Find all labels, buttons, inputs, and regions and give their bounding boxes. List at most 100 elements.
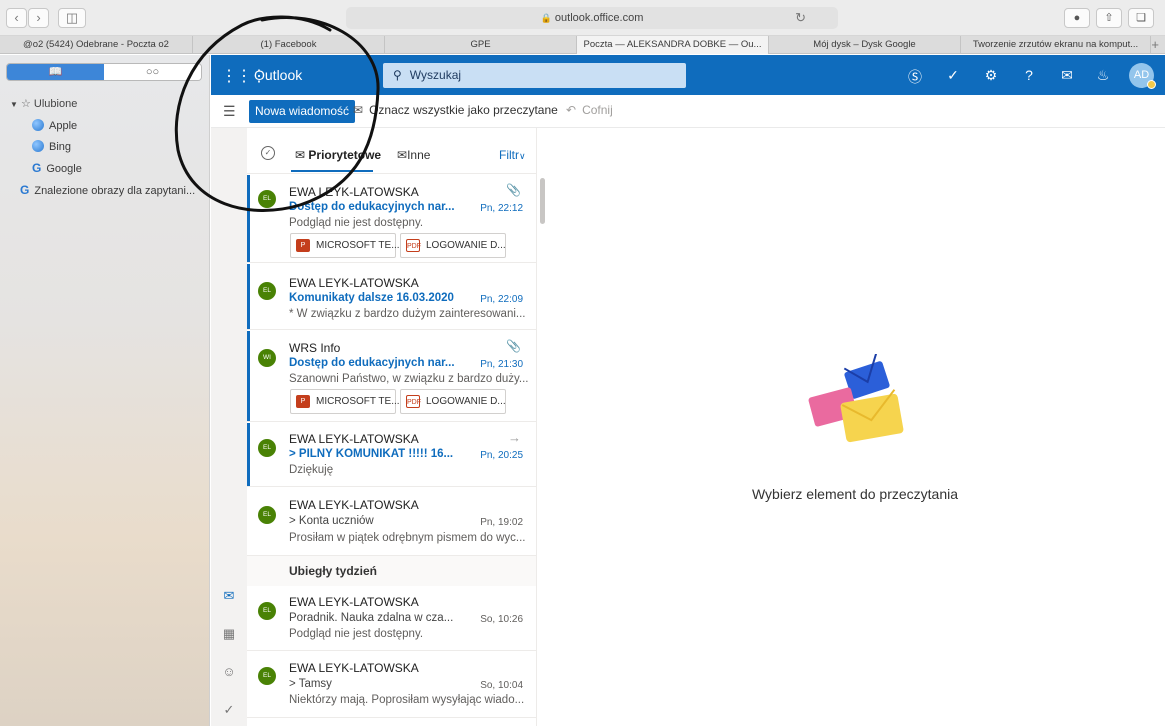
attachment-name: LOGOWANIE D...: [426, 396, 506, 407]
message-item[interactable]: EL EWA LEYK-LATOWSKA → > PILNY KOMUNIKAT…: [247, 423, 536, 487]
feedback-icon[interactable]: ✉: [1057, 67, 1077, 84]
message-time: Pn, 22:09: [480, 294, 523, 305]
tab-focused[interactable]: ✉ Priorytetowe: [295, 148, 381, 162]
message-item[interactable]: EL EWA LEYK-LATOWSKA Poradnik. Nauka zda…: [247, 587, 536, 651]
message-time: Pn, 19:02: [480, 517, 523, 528]
message-item[interactable]: WI WRS Info 📎 Dostęp do edukacyjnych nar…: [247, 331, 536, 422]
avatar: EL: [258, 439, 276, 457]
tab-gpe[interactable]: GPE: [385, 36, 577, 54]
bookmarks-icon[interactable]: 📖: [7, 64, 104, 80]
empty-reading-pane-text: Wybierz element do przeczytania: [751, 486, 959, 502]
message-preview: Podgląd nie jest dostępny.: [289, 628, 424, 640]
mail-icon[interactable]: ✉: [221, 588, 237, 604]
avatar[interactable]: AD: [1129, 63, 1156, 89]
message-time: Pn, 22:12: [480, 203, 523, 214]
avatar-initials: AD: [1133, 69, 1150, 81]
address-bar[interactable]: 🔒 outlook.office.com ↻: [346, 7, 838, 29]
tab-other[interactable]: ✉Inne: [397, 148, 430, 162]
new-message-button[interactable]: Nowa wiadomość: [249, 100, 356, 123]
message-item[interactable]: EL EWA LEYK-LATOWSKA > Konta uczniów Pn,…: [247, 488, 536, 556]
back-button[interactable]: ‹: [6, 8, 27, 28]
lock-icon: 🔒: [540, 13, 552, 23]
google-icon: G: [32, 161, 42, 175]
paperclip-icon: 📎: [506, 183, 521, 197]
downloads-button[interactable]: ●: [1064, 8, 1090, 28]
safari-sidebar: 📖 ○○ ▼ ☆ Ulubione Apple Bing G Google G Zn…: [0, 55, 210, 726]
tab-facebook[interactable]: (1) Facebook: [193, 36, 385, 54]
skype-icon[interactable]: Ⓢ: [905, 67, 925, 87]
todo-icon[interactable]: ✓: [943, 67, 963, 84]
forward-button[interactable]: ›: [28, 8, 49, 28]
notifications-icon[interactable]: ♨: [1093, 67, 1113, 84]
attachment-name: LOGOWANIE D...: [426, 240, 506, 251]
filter-button[interactable]: Filtr∨: [499, 148, 526, 162]
select-all-checkbox[interactable]: ✓: [261, 146, 275, 160]
message-item[interactable]: EL EWA LEYK-LATOWSKA 📎 Dostęp do edukacy…: [247, 175, 536, 263]
settings-icon[interactable]: ⚙: [981, 67, 1001, 84]
people-icon[interactable]: ☺: [221, 664, 237, 679]
envelope-icon: ✉: [397, 148, 408, 162]
powerpoint-icon: P: [296, 239, 310, 252]
share-button[interactable]: ⇧: [1096, 8, 1122, 28]
tabs-overview-button[interactable]: ❏: [1128, 8, 1154, 28]
sidebar-toggle-button[interactable]: ◫: [58, 8, 86, 28]
section-header-last-week: Ubiegły tydzień: [247, 556, 536, 586]
message-subject: Dostęp do edukacyjnych nar...: [289, 357, 455, 369]
browser-toolbar: ‹ › ◫ 🔒 outlook.office.com ↻ ● ⇧ ❏: [0, 0, 1165, 36]
message-time: So, 10:04: [480, 680, 523, 691]
message-preview: Niektórzy mają. Poprosiłam wysyłając wia…: [289, 694, 525, 706]
filter-label: Filtr: [499, 148, 519, 162]
message-preview: Podgląd nie jest dostępny.: [289, 217, 424, 229]
tab-google-drive[interactable]: Mój dysk – Dysk Google: [769, 36, 961, 54]
tasks-icon[interactable]: ✓: [221, 702, 237, 718]
attachment-chip[interactable]: PDF LOGOWANIE D...: [400, 233, 506, 258]
reading-list-icon[interactable]: ○○: [104, 64, 201, 80]
search-box[interactable]: ⚲ Wyszukaj: [383, 63, 686, 88]
address-text: outlook.office.com: [554, 12, 644, 24]
favorite-bing[interactable]: Bing: [32, 140, 71, 153]
mark-all-read-label: Oznacz wszystkie jako przeczytane: [369, 103, 558, 117]
forward-arrow-icon: →: [508, 430, 521, 445]
message-subject: Poradnik. Nauka zdalna w cza...: [289, 612, 454, 624]
message-preview: Dziękuję: [289, 464, 334, 476]
hamburger-menu-icon[interactable]: ☰: [223, 103, 236, 120]
tab-bar: @o2 (5424) Odebrane - Poczta o2 (1) Face…: [0, 36, 1165, 54]
help-icon[interactable]: ?: [1019, 67, 1039, 83]
tab-poczta-o2[interactable]: @o2 (5424) Odebrane - Poczta o2: [0, 36, 193, 54]
google-icon: G: [20, 183, 30, 197]
favorites-header[interactable]: ▼ ☆ Ulubione: [10, 97, 77, 110]
favorite-image-search[interactable]: G Znalezione obrazy dla zapytani...: [20, 183, 195, 197]
presence-dot: [1147, 80, 1156, 89]
globe-icon: [32, 140, 44, 152]
chevron-down-icon: ∨: [519, 151, 526, 161]
message-sender: EWA LEYK-LATOWSKA: [289, 276, 419, 290]
message-sender: EWA LEYK-LATOWSKA: [289, 661, 419, 675]
powerpoint-icon: P: [296, 395, 310, 408]
avatar: EL: [258, 190, 276, 208]
favorite-label: Apple: [49, 120, 78, 132]
message-time: Pn, 20:25: [480, 450, 523, 461]
attachment-chip[interactable]: P MICROSOFT TE...: [290, 233, 400, 258]
new-tab-button[interactable]: +: [1151, 36, 1159, 54]
favorite-apple[interactable]: Apple: [32, 119, 77, 132]
focused-label: Priorytetowe: [308, 148, 382, 162]
disclosure-triangle-icon: ▼: [10, 100, 18, 109]
attachment-chip[interactable]: PDF LOGOWANIE D...: [400, 389, 506, 414]
app-title[interactable]: Outlook: [254, 67, 302, 83]
message-subject: > PILNY KOMUNIKAT !!!!! 16...: [289, 448, 454, 460]
tab-screenshots[interactable]: Tworzenie zrzutów ekranu na komput...: [961, 36, 1151, 54]
tab-outlook[interactable]: Poczta — ALEKSANDRA DOBKE — Ou...: [577, 36, 769, 54]
undo-button[interactable]: ↶ Cofnij: [566, 103, 613, 117]
message-preview: * W związku z bardzo dużym zainteresowan…: [289, 308, 526, 320]
avatar: WI: [258, 349, 276, 367]
calendar-icon[interactable]: ▦: [221, 626, 237, 642]
reload-icon[interactable]: ↻: [795, 7, 806, 29]
message-item[interactable]: EL EWA LEYK-LATOWSKA Komunikaty dalsze 1…: [247, 264, 536, 330]
message-item[interactable]: EL EWA LEYK-LATOWSKA > Tamsy So, 10:04 N…: [247, 652, 536, 718]
mark-all-read-button[interactable]: ✉ Oznacz wszystkie jako przeczytane: [353, 103, 558, 117]
focused-icon: ✉: [295, 148, 306, 162]
favorite-google[interactable]: G Google: [32, 161, 82, 175]
attachment-chip[interactable]: P MICROSOFT TE...: [290, 389, 400, 414]
message-sender: EWA LEYK-LATOWSKA: [289, 595, 419, 609]
favorite-label: Znalezione obrazy dla zapytani...: [34, 185, 196, 197]
